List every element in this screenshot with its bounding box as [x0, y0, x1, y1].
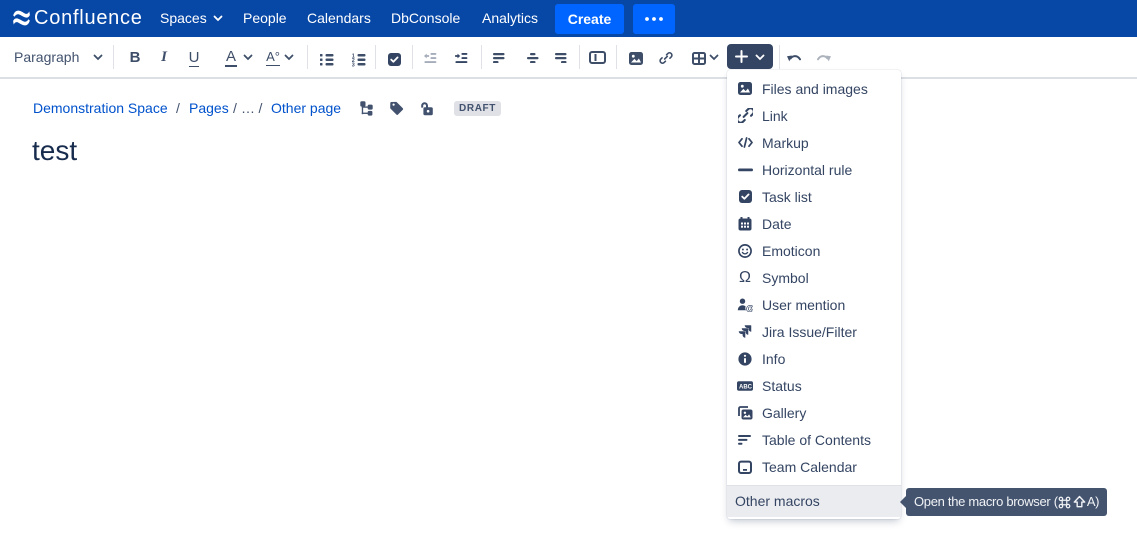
svg-text:@: @ — [746, 303, 753, 312]
svg-text:ABC: ABC — [739, 384, 753, 390]
svg-text:3: 3 — [352, 62, 355, 66]
